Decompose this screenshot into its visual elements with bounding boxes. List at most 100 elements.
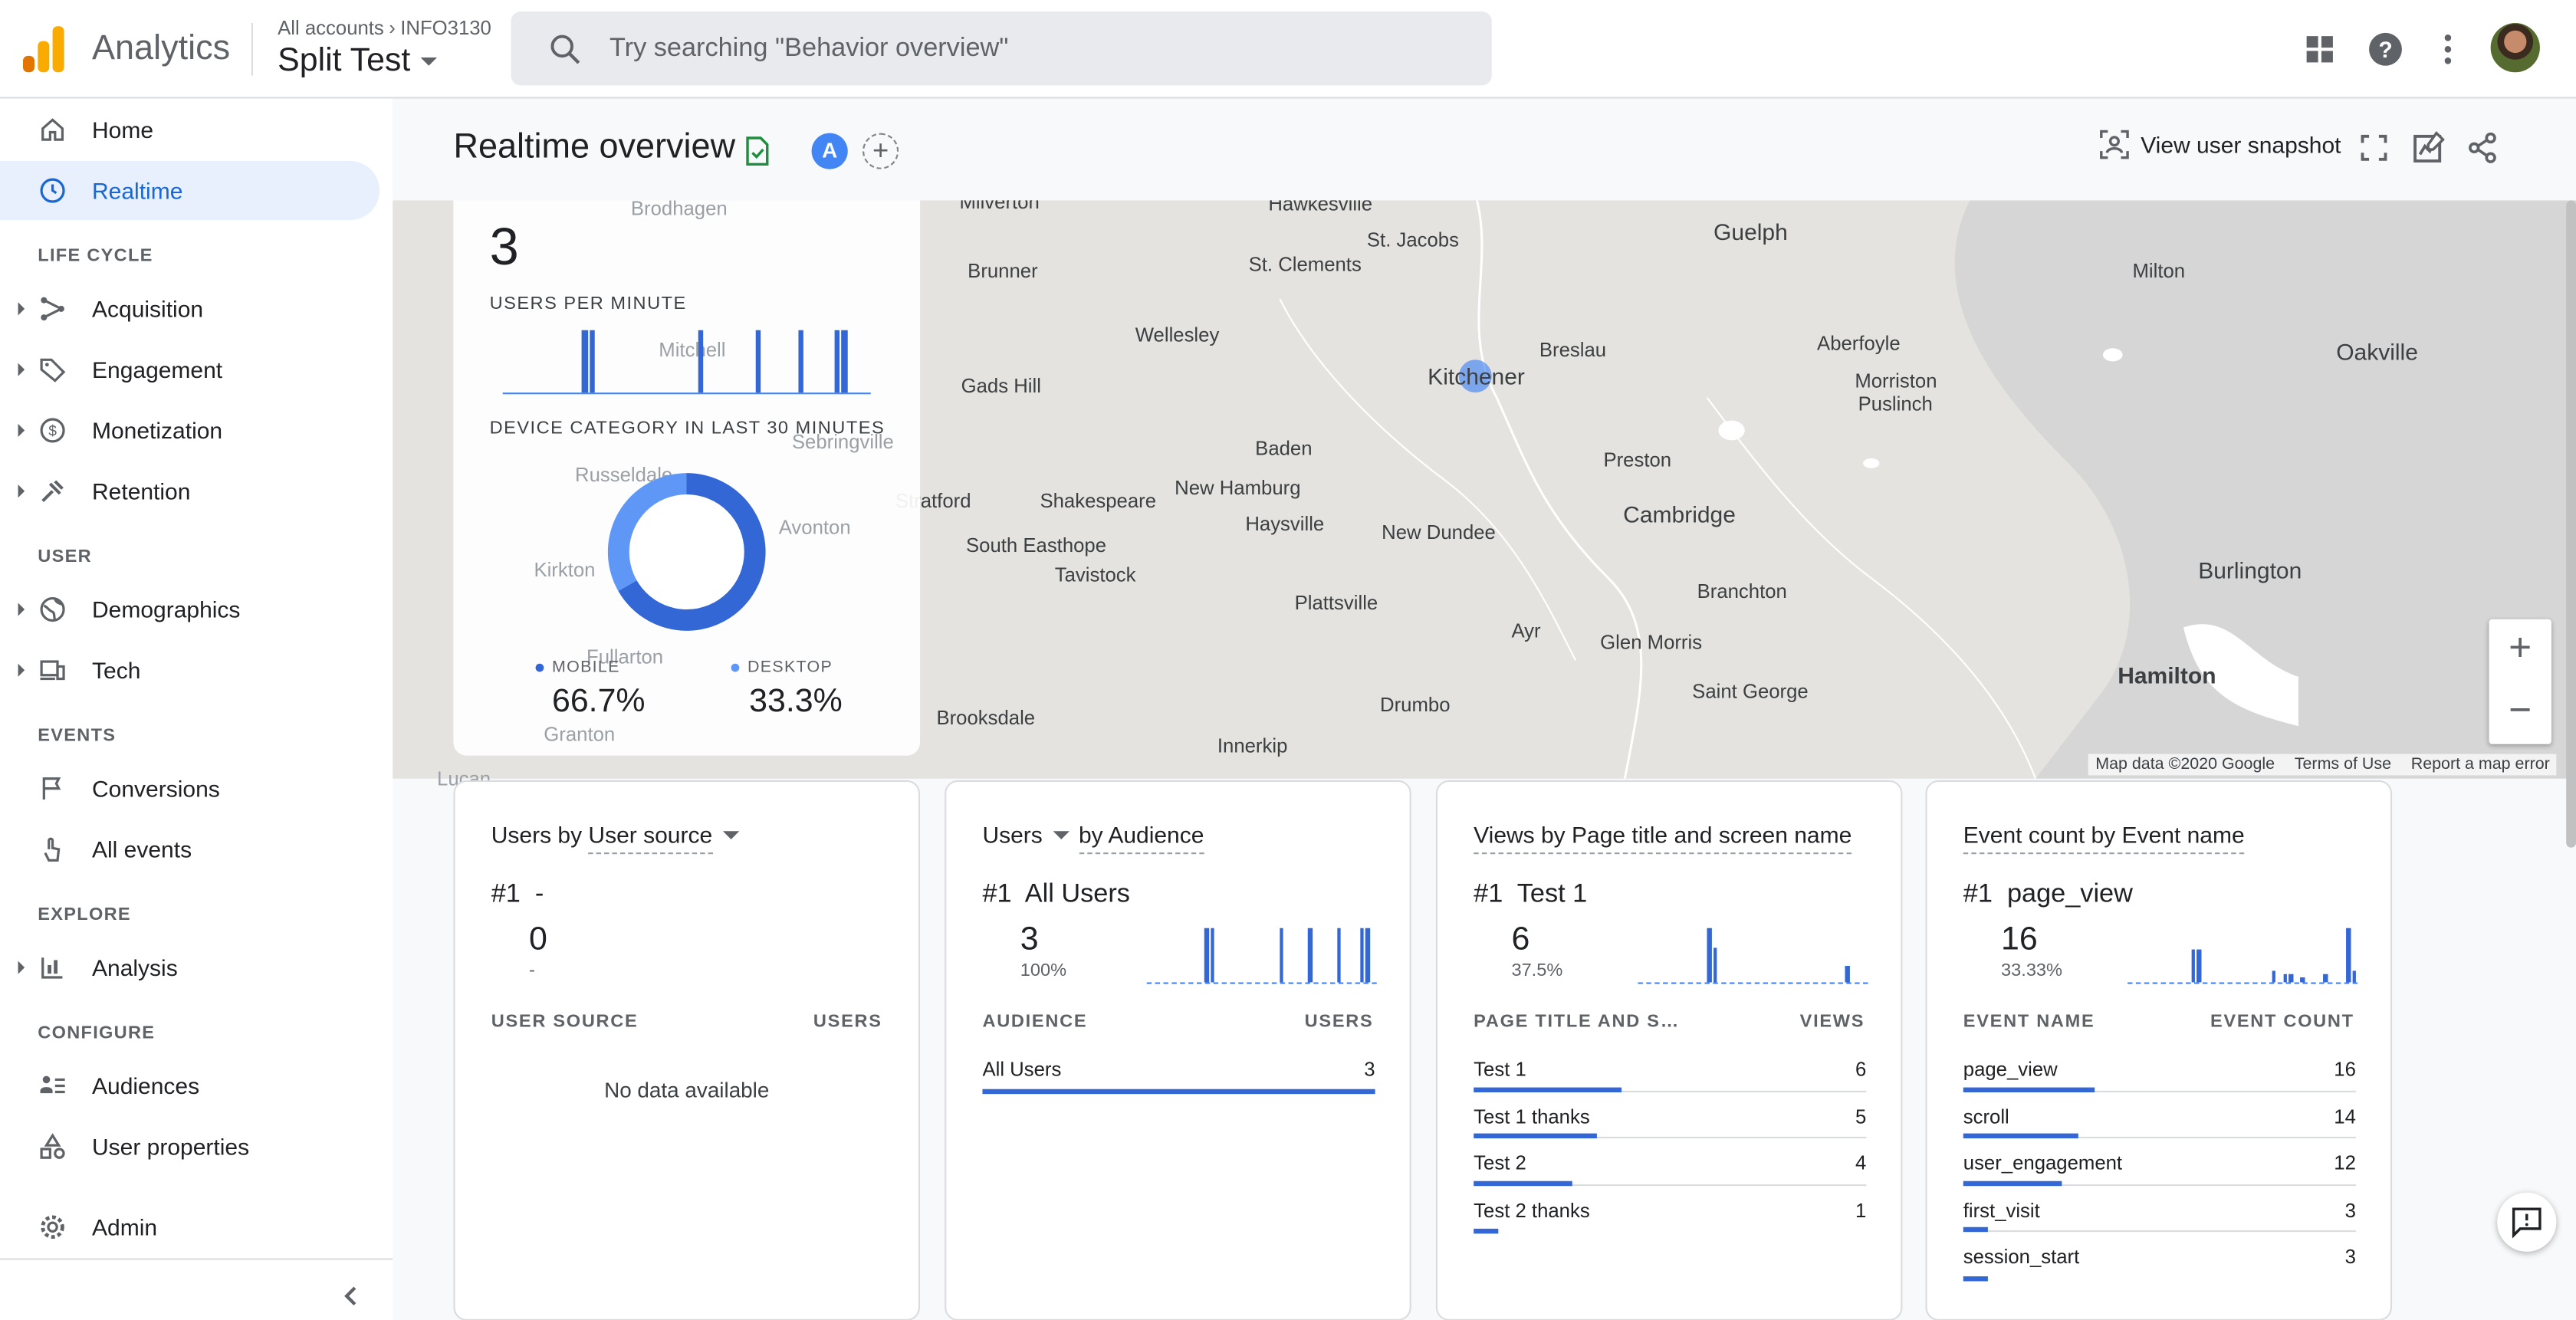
- table-row[interactable]: Test 2 4: [1474, 1138, 1867, 1186]
- sidebar-item-all-events[interactable]: All events: [0, 819, 380, 878]
- sidebar-item-demographics[interactable]: Demographics: [0, 580, 380, 639]
- caret-down-icon[interactable]: [722, 831, 739, 840]
- zoom-out-button[interactable]: −: [2489, 681, 2551, 744]
- caret-right-icon: [18, 423, 25, 438]
- breadcrumb-account[interactable]: INFO3130: [400, 16, 491, 39]
- gear-icon: [41, 1215, 64, 1240]
- top-value: 0: [529, 921, 547, 958]
- map-label: Breslau: [1539, 338, 1607, 362]
- caret-right-icon: [18, 960, 25, 974]
- sparkline-bar: [1365, 928, 1370, 983]
- map-label: Puslinch: [1858, 392, 1933, 416]
- dimension-selector[interactable]: User source: [588, 821, 713, 855]
- table-row[interactable]: scroll 14: [1963, 1092, 2356, 1139]
- sidebar-item-label: Home: [92, 117, 154, 143]
- sidebar-item-label: Conversions: [92, 775, 220, 802]
- page-header: Realtime overview A + View user snapshot: [393, 98, 2576, 201]
- view-user-snapshot-button[interactable]: View user snapshot: [2098, 128, 2341, 161]
- terms-of-use-link[interactable]: Terms of Use: [2295, 756, 2391, 774]
- property-name[interactable]: Split Test: [278, 43, 410, 80]
- top-name: page_view: [2006, 880, 2133, 909]
- sidebar-item-analysis[interactable]: Analysis: [0, 938, 380, 997]
- table-row[interactable]: Test 1 thanks 5: [1474, 1092, 1867, 1139]
- table-row[interactable]: All Users 3: [982, 1045, 1375, 1094]
- share-icon[interactable]: [2466, 131, 2499, 164]
- caret-down-icon[interactable]: [1052, 831, 1070, 840]
- row-value: 4: [1855, 1151, 1867, 1175]
- table-row[interactable]: page_view 16: [1963, 1045, 2356, 1092]
- sparkline-bar: [2323, 974, 2328, 983]
- divider: [251, 23, 254, 76]
- page-views-sparkline[interactable]: [1638, 927, 1868, 984]
- map-label: Shakespeare: [1040, 489, 1156, 513]
- add-comparison-button[interactable]: +: [863, 133, 899, 169]
- verified-report-icon: [746, 136, 769, 166]
- card-title[interactable]: Users by User source: [491, 821, 749, 855]
- sidebar-item-home[interactable]: Home: [0, 100, 380, 159]
- map-label: Morriston: [1855, 369, 1937, 393]
- top-value: 3: [1020, 921, 1039, 958]
- sidebar-item-retention[interactable]: Retention: [0, 461, 380, 520]
- search-input[interactable]: [610, 33, 1431, 64]
- customize-report-icon[interactable]: [2412, 131, 2445, 164]
- row-label: scroll: [1963, 1105, 2009, 1128]
- card-title-text[interactable]: Views by Page title and screen name: [1474, 821, 1852, 855]
- analytics-logo-icon[interactable]: [23, 26, 66, 73]
- table-row[interactable]: session_start 3: [1963, 1232, 2356, 1281]
- sidebar-item-conversions[interactable]: Conversions: [0, 759, 380, 818]
- sidebar-item-monetization[interactable]: $ Monetization: [0, 401, 380, 460]
- sidebar-item-realtime[interactable]: Realtime: [0, 161, 380, 221]
- map-label: Preston: [1603, 448, 1672, 472]
- row-label: page_view: [1963, 1058, 2058, 1082]
- card-title[interactable]: Users by Audience: [982, 821, 1204, 855]
- zoom-in-button[interactable]: +: [2489, 619, 2551, 681]
- card-title[interactable]: Views by Page title and screen name: [1474, 821, 1852, 855]
- map-attribution: Map data ©2020 Google Terms of Use Repor…: [2088, 754, 2557, 776]
- legend-dot: [535, 663, 544, 672]
- device-donut-chart[interactable]: [607, 473, 766, 631]
- avatar[interactable]: [2490, 23, 2540, 73]
- metric-selector[interactable]: Users: [982, 821, 1042, 847]
- card-title-text[interactable]: Event count by Event name: [1963, 821, 2245, 855]
- table-row[interactable]: first_visit 3: [1963, 1185, 2356, 1233]
- card-title[interactable]: Event count by Event name: [1963, 821, 2245, 855]
- top-percentage: 100%: [1020, 960, 1067, 981]
- sparkline-bar: [1279, 928, 1283, 983]
- property-selector[interactable]: Split Test: [278, 43, 437, 80]
- top-value: 6: [1511, 921, 1530, 958]
- event-count-sparkline[interactable]: [2128, 927, 2358, 984]
- sidebar-item-label: Admin: [92, 1213, 158, 1240]
- audience-sparkline[interactable]: [1146, 927, 1377, 984]
- sidebar-item-audiences[interactable]: Audiences: [0, 1056, 380, 1115]
- segment-badge[interactable]: A: [811, 133, 848, 169]
- dimension-label[interactable]: by Audience: [1078, 821, 1204, 855]
- account-breadcrumb[interactable]: All accounts › INFO3130: [278, 16, 491, 39]
- map-label: New Dundee: [1382, 520, 1496, 544]
- sidebar-item-admin[interactable]: Admin: [0, 1197, 380, 1256]
- table-row[interactable]: Test 2 thanks 1: [1474, 1185, 1866, 1234]
- breadcrumb-root[interactable]: All accounts: [278, 16, 384, 39]
- page-scrollbar[interactable]: [2566, 200, 2576, 848]
- help-icon[interactable]: ?: [2366, 30, 2405, 69]
- top-name: -: [534, 880, 544, 909]
- sidebar-item-acquisition[interactable]: Acquisition: [0, 279, 380, 338]
- table-row[interactable]: Test 1 6: [1474, 1045, 1867, 1092]
- sparkline-bar: [2351, 970, 2356, 983]
- search-bar[interactable]: [511, 11, 1492, 86]
- map-label: Drumbo: [1380, 693, 1451, 717]
- users-per-minute-chart[interactable]: [502, 329, 871, 395]
- fullscreen-icon[interactable]: [2358, 131, 2390, 164]
- chevron-left-icon[interactable]: [338, 1283, 364, 1309]
- users-by-source-card: Users by User source #1 - 0 - USER SOURC…: [453, 780, 921, 1320]
- sidebar-item-engagement[interactable]: Engagement: [0, 340, 380, 399]
- map-label: Burlington: [2198, 557, 2302, 583]
- sidebar-item-user-properties[interactable]: User properties: [0, 1117, 380, 1176]
- top-value: 16: [2001, 921, 2038, 958]
- feedback-button[interactable]: [2497, 1192, 2557, 1252]
- table-row[interactable]: user_engagement 12: [1963, 1138, 2356, 1186]
- report-map-error-link[interactable]: Report a map error: [2411, 756, 2550, 774]
- sidebar-item-tech[interactable]: Tech: [0, 641, 380, 700]
- apps-grid-icon[interactable]: [2300, 30, 2339, 69]
- sparkline-bar: [1210, 928, 1214, 983]
- more-vert-icon[interactable]: [2428, 30, 2467, 69]
